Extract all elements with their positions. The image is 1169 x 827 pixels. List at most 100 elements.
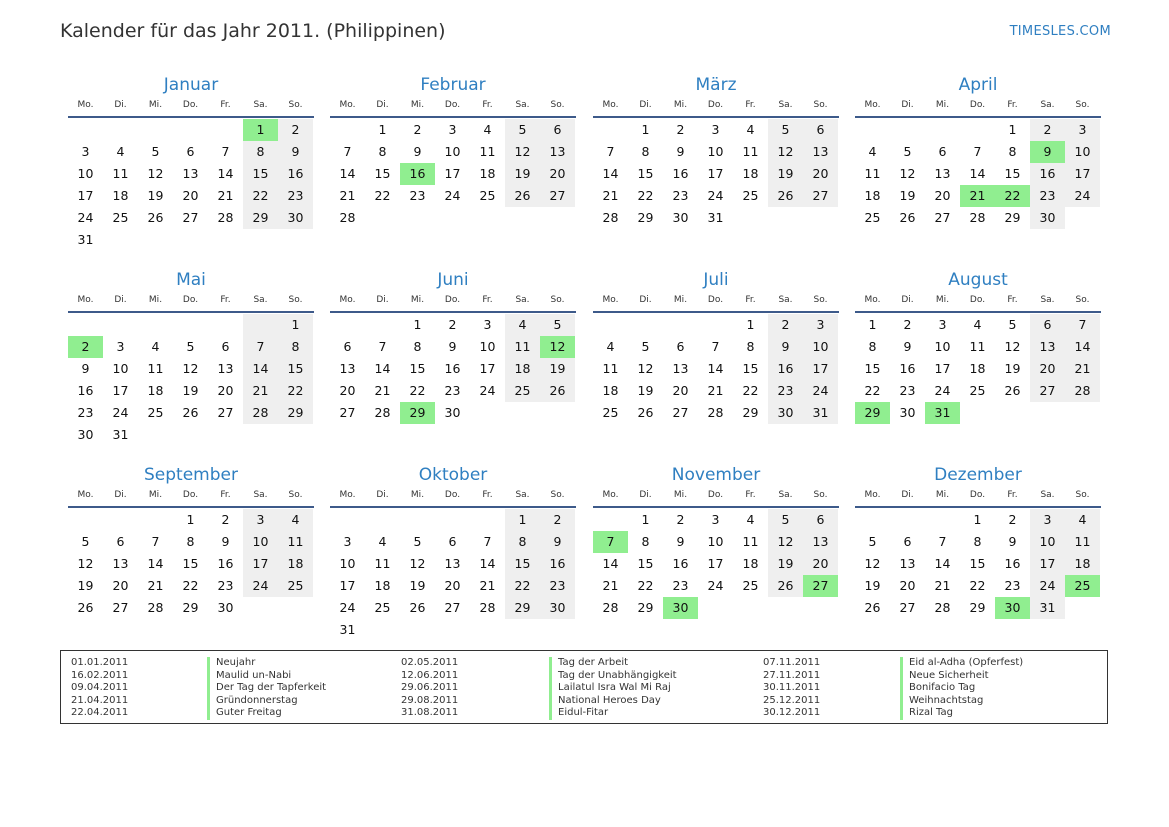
day-cell[interactable]: 13: [803, 531, 838, 553]
holiday-day-cell[interactable]: 25: [1065, 575, 1100, 597]
day-cell[interactable]: 7: [330, 141, 365, 163]
day-cell[interactable]: 6: [208, 336, 243, 358]
day-cell[interactable]: 20: [435, 575, 470, 597]
day-cell[interactable]: 19: [68, 575, 103, 597]
day-cell[interactable]: 29: [243, 207, 278, 229]
day-cell[interactable]: 13: [925, 163, 960, 185]
day-cell[interactable]: 12: [768, 141, 803, 163]
day-cell[interactable]: 10: [243, 531, 278, 553]
day-cell[interactable]: 23: [995, 575, 1030, 597]
day-cell[interactable]: 27: [803, 185, 838, 207]
day-cell[interactable]: 16: [890, 358, 925, 380]
day-cell[interactable]: 19: [768, 163, 803, 185]
day-cell[interactable]: 2: [400, 119, 435, 141]
day-cell[interactable]: 9: [995, 531, 1030, 553]
day-cell[interactable]: 4: [138, 336, 173, 358]
day-cell[interactable]: 18: [733, 163, 768, 185]
day-cell[interactable]: 7: [960, 141, 995, 163]
day-cell[interactable]: 19: [995, 358, 1030, 380]
day-cell[interactable]: 31: [330, 619, 365, 641]
day-cell[interactable]: 3: [330, 531, 365, 553]
day-cell[interactable]: 5: [890, 141, 925, 163]
day-cell[interactable]: 21: [243, 380, 278, 402]
holiday-day-cell[interactable]: 12: [540, 336, 575, 358]
day-cell[interactable]: 2: [540, 509, 575, 531]
day-cell[interactable]: 13: [330, 358, 365, 380]
holiday-day-cell[interactable]: 27: [803, 575, 838, 597]
day-cell[interactable]: 10: [1065, 141, 1100, 163]
day-cell[interactable]: 13: [435, 553, 470, 575]
day-cell[interactable]: 25: [470, 185, 505, 207]
day-cell[interactable]: 13: [173, 163, 208, 185]
day-cell[interactable]: 1: [365, 119, 400, 141]
day-cell[interactable]: 18: [1065, 553, 1100, 575]
day-cell[interactable]: 4: [278, 509, 313, 531]
day-cell[interactable]: 14: [330, 163, 365, 185]
day-cell[interactable]: 11: [733, 141, 768, 163]
day-cell[interactable]: 18: [593, 380, 628, 402]
day-cell[interactable]: 18: [505, 358, 540, 380]
day-cell[interactable]: 31: [1030, 597, 1065, 619]
day-cell[interactable]: 17: [68, 185, 103, 207]
day-cell[interactable]: 17: [243, 553, 278, 575]
day-cell[interactable]: 22: [855, 380, 890, 402]
day-cell[interactable]: 4: [855, 141, 890, 163]
day-cell[interactable]: 6: [103, 531, 138, 553]
day-cell[interactable]: 10: [803, 336, 838, 358]
day-cell[interactable]: 20: [1030, 358, 1065, 380]
day-cell[interactable]: 30: [278, 207, 313, 229]
day-cell[interactable]: 25: [733, 575, 768, 597]
day-cell[interactable]: 10: [1030, 531, 1065, 553]
day-cell[interactable]: 28: [593, 207, 628, 229]
day-cell[interactable]: 11: [470, 141, 505, 163]
day-cell[interactable]: 20: [330, 380, 365, 402]
day-cell[interactable]: 11: [733, 531, 768, 553]
day-cell[interactable]: 5: [540, 314, 575, 336]
day-cell[interactable]: 12: [400, 553, 435, 575]
day-cell[interactable]: 3: [1065, 119, 1100, 141]
day-cell[interactable]: 10: [435, 141, 470, 163]
day-cell[interactable]: 1: [960, 509, 995, 531]
day-cell[interactable]: 24: [698, 575, 733, 597]
day-cell[interactable]: 10: [103, 358, 138, 380]
holiday-day-cell[interactable]: 16: [400, 163, 435, 185]
day-cell[interactable]: 15: [505, 553, 540, 575]
day-cell[interactable]: 14: [960, 163, 995, 185]
day-cell[interactable]: 25: [103, 207, 138, 229]
day-cell[interactable]: 28: [925, 597, 960, 619]
day-cell[interactable]: 23: [435, 380, 470, 402]
day-cell[interactable]: 2: [435, 314, 470, 336]
day-cell[interactable]: 9: [208, 531, 243, 553]
day-cell[interactable]: 9: [68, 358, 103, 380]
day-cell[interactable]: 6: [890, 531, 925, 553]
day-cell[interactable]: 8: [628, 531, 663, 553]
day-cell[interactable]: 1: [628, 509, 663, 531]
day-cell[interactable]: 22: [628, 185, 663, 207]
day-cell[interactable]: 17: [103, 380, 138, 402]
day-cell[interactable]: 14: [138, 553, 173, 575]
day-cell[interactable]: 9: [768, 336, 803, 358]
day-cell[interactable]: 29: [628, 597, 663, 619]
day-cell[interactable]: 5: [400, 531, 435, 553]
day-cell[interactable]: 7: [925, 531, 960, 553]
day-cell[interactable]: 7: [138, 531, 173, 553]
day-cell[interactable]: 31: [803, 402, 838, 424]
day-cell[interactable]: 7: [365, 336, 400, 358]
day-cell[interactable]: 25: [365, 597, 400, 619]
day-cell[interactable]: 19: [540, 358, 575, 380]
day-cell[interactable]: 22: [243, 185, 278, 207]
day-cell[interactable]: 15: [628, 163, 663, 185]
day-cell[interactable]: 8: [400, 336, 435, 358]
day-cell[interactable]: 18: [733, 553, 768, 575]
day-cell[interactable]: 26: [628, 402, 663, 424]
day-cell[interactable]: 30: [435, 402, 470, 424]
day-cell[interactable]: 16: [663, 553, 698, 575]
day-cell[interactable]: 30: [768, 402, 803, 424]
day-cell[interactable]: 8: [628, 141, 663, 163]
day-cell[interactable]: 3: [470, 314, 505, 336]
day-cell[interactable]: 17: [698, 553, 733, 575]
day-cell[interactable]: 29: [628, 207, 663, 229]
day-cell[interactable]: 4: [103, 141, 138, 163]
day-cell[interactable]: 3: [243, 509, 278, 531]
day-cell[interactable]: 17: [925, 358, 960, 380]
